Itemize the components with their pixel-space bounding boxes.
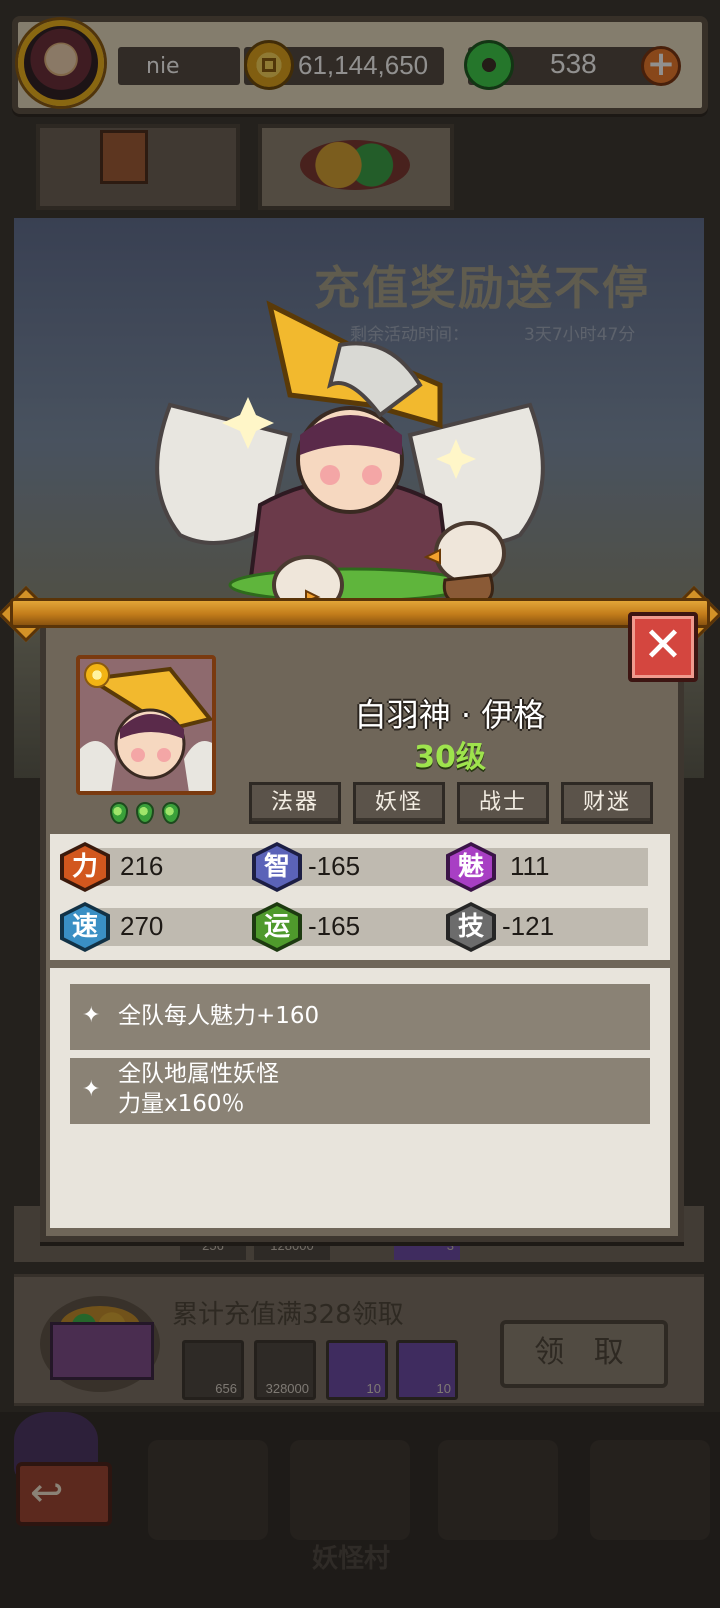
stats-row (80, 848, 648, 886)
charm-value: 111 (510, 851, 550, 881)
sparkle-icon: ✦ (82, 1077, 101, 1102)
stats-row (80, 908, 648, 946)
skill-stat-value: -121 (502, 911, 555, 941)
skill-stat-glyph: 技 (450, 906, 492, 948)
star-icon (84, 662, 110, 688)
speed-glyph: 速 (64, 906, 106, 948)
luck-glyph: 运 (256, 906, 298, 948)
strength-value: 216 (120, 851, 164, 881)
hero-name: 白羽神 · 伊格 (354, 696, 546, 734)
hero-tag: 法器 (249, 782, 341, 824)
speed-value: 270 (120, 911, 164, 941)
strength-glyph: 力 (64, 846, 106, 888)
skill-text: 力量x160％ (118, 1091, 245, 1117)
luck-value: -165 (308, 911, 361, 941)
hero-tag: 财迷 (561, 782, 653, 824)
intelligence-value: -165 (308, 851, 361, 881)
skill-text: 全队每人魅力+160 (118, 1003, 320, 1029)
hero-tag: 妖怪 (353, 782, 445, 824)
intelligence-glyph: 智 (256, 846, 298, 888)
sparkle-icon: ✦ (82, 1003, 101, 1028)
panel-top-rail (10, 598, 710, 628)
hero-tag: 战士 (457, 782, 549, 824)
close-button[interactable]: ✕ (628, 612, 698, 682)
hero-illustration (155, 300, 545, 615)
skill-text: 全队地属性妖怪 (118, 1061, 279, 1087)
hero-level: 30级 (414, 740, 486, 775)
charm-glyph: 魅 (450, 846, 492, 888)
